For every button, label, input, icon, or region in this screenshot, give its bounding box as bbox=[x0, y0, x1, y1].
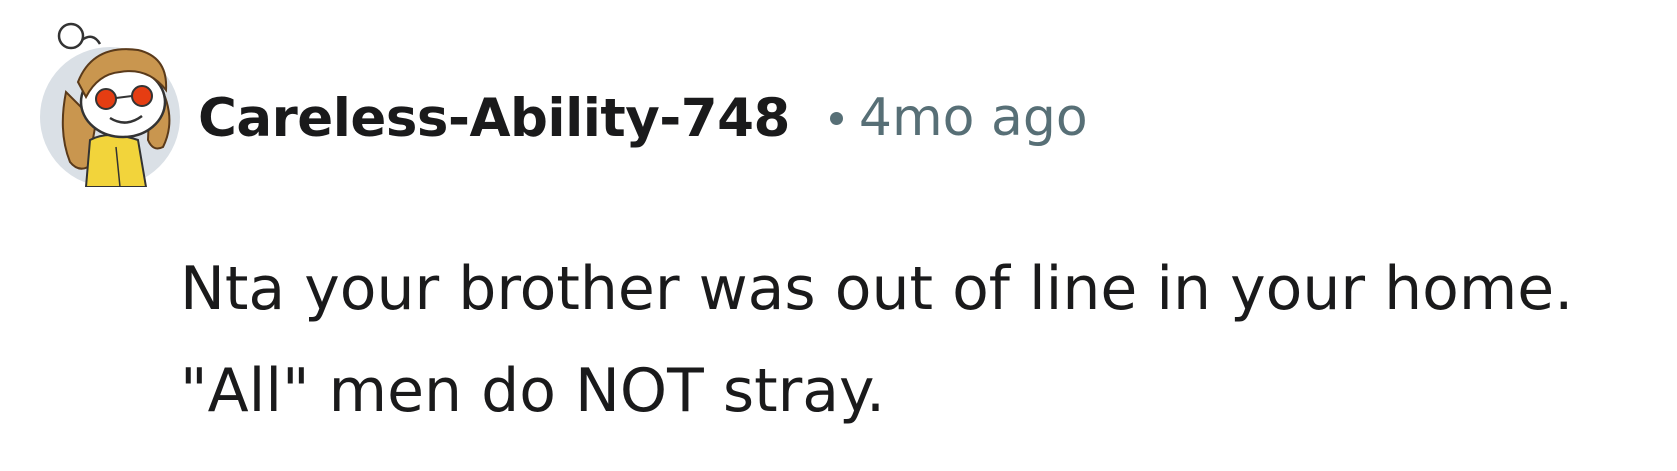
avatar[interactable] bbox=[38, 22, 188, 188]
avatar-antenna-stem bbox=[81, 35, 102, 45]
timestamp[interactable]: 4mo ago bbox=[859, 88, 1088, 148]
avatar-outfit bbox=[84, 134, 148, 188]
comment-header: Careless-Ability-748 4mo ago bbox=[198, 78, 1088, 158]
comment-body: Nta your brother was out of line in your… bbox=[180, 238, 1660, 442]
avatar-left-eye bbox=[95, 88, 117, 110]
username-link[interactable]: Careless-Ability-748 bbox=[198, 88, 790, 149]
separator-dot bbox=[829, 111, 843, 125]
avatar-antenna-ball bbox=[57, 22, 85, 50]
comment: Careless-Ability-748 4mo ago Nta your br… bbox=[0, 0, 1677, 471]
snoo-avatar-icon bbox=[40, 22, 180, 188]
avatar-right-eye bbox=[131, 85, 153, 107]
comment-line-2: "All" men do NOT stray. bbox=[180, 356, 886, 426]
comment-line-1: Nta your brother was out of line in your… bbox=[180, 254, 1574, 324]
